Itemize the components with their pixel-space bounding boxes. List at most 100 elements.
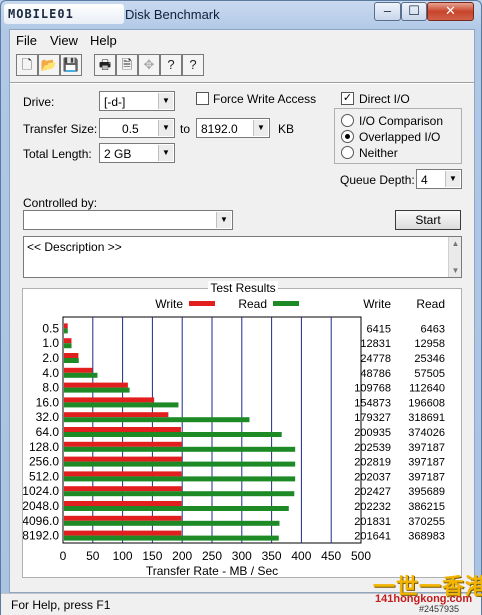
transfer-size-to-select[interactable]: 8192.0 ▼ — [196, 118, 270, 138]
save-icon[interactable]: 💾 — [60, 54, 82, 76]
chevron-down-icon: ▼ — [158, 93, 173, 109]
force-write-label: Force Write Access — [213, 92, 317, 106]
chevron-down-icon: ▼ — [445, 171, 460, 187]
value-header-read: Read — [416, 297, 445, 311]
write-bar — [64, 323, 68, 329]
read-value-label: 397187 — [408, 471, 445, 483]
read-value-label: 397187 — [408, 442, 445, 454]
chart-svg: Write Read Write Read 0 50 100 150 200 250 300 350 4… — [22, 297, 445, 578]
io-comparison-label: I/O Comparison — [359, 114, 444, 128]
queue-depth-label: Queue Depth: — [340, 173, 415, 187]
move-icon[interactable]: ✥ — [138, 54, 160, 76]
y-tick-label: 128.0 — [29, 440, 59, 454]
y-tick-label: 1.0 — [42, 336, 59, 350]
maximize-button[interactable]: ☐ — [401, 2, 427, 21]
write-value-label: 202539 — [354, 442, 391, 454]
y-tick-label: 8.0 — [42, 381, 59, 395]
print-preview-icon[interactable]: 🗎 — [116, 54, 138, 76]
write-value-label: 24778 — [360, 353, 391, 365]
write-bar — [64, 515, 182, 521]
y-tick-label: 32.0 — [36, 410, 60, 424]
transfer-from-value: 0.5 — [122, 122, 139, 136]
write-bar — [64, 397, 155, 403]
y-tick-label: 256.0 — [29, 455, 59, 469]
controlled-by-label: Controlled by: — [23, 196, 98, 210]
legend-read-label: Read — [238, 297, 267, 311]
read-value-label: 370255 — [408, 516, 445, 528]
neither-radio[interactable] — [341, 146, 354, 159]
drive-label: Drive: — [23, 95, 55, 109]
force-write-checkbox[interactable] — [196, 92, 209, 105]
help-icon[interactable]: ? — [160, 54, 182, 76]
read-bar — [64, 476, 296, 482]
title-bar[interactable]: MOBILE01 Disk Benchmark – ☐ ✕ — [1, 1, 481, 29]
read-value-label: 368983 — [408, 531, 445, 543]
scroll-up-icon[interactable]: ▲ — [449, 239, 462, 248]
x-tick-label: 250 — [202, 549, 222, 563]
chevron-down-icon: ▼ — [158, 145, 173, 161]
drive-select[interactable]: [-d-] ▼ — [99, 91, 175, 111]
new-file-icon[interactable]: 🗋 — [16, 54, 38, 76]
menu-help[interactable]: Help — [90, 33, 117, 48]
description-box[interactable]: << Description >> ▲ ▼ — [23, 236, 462, 278]
y-tick-label: 512.0 — [29, 469, 59, 483]
io-comparison-radio[interactable] — [341, 114, 354, 127]
read-value-label: 397187 — [408, 457, 445, 469]
io-mode-group: I/O Comparison Overlapped I/O Neither — [334, 108, 462, 164]
read-bar — [64, 372, 98, 378]
menu-file[interactable]: File — [16, 33, 37, 48]
queue-depth-select[interactable]: 4 ▼ — [416, 169, 462, 189]
write-bar — [64, 471, 182, 477]
read-value-label: 25346 — [414, 353, 445, 365]
write-value-label: 12831 — [360, 338, 391, 350]
menu-view[interactable]: View — [50, 33, 78, 48]
legend-read-swatch — [273, 301, 299, 306]
context-help-icon[interactable]: ? — [182, 54, 204, 76]
minimize-button[interactable]: – — [374, 2, 401, 21]
open-folder-icon[interactable]: 📂 — [38, 54, 60, 76]
read-value-label: 12958 — [414, 338, 445, 350]
menu-bar: File View Help — [10, 30, 474, 50]
read-bar — [64, 402, 179, 408]
write-bar — [64, 427, 181, 432]
overlapped-io-radio[interactable] — [341, 130, 354, 143]
write-value-label: 202037 — [354, 471, 391, 483]
scroll-down-icon[interactable]: ▼ — [449, 266, 462, 275]
read-value-label: 386215 — [408, 501, 445, 513]
read-bar — [64, 461, 296, 467]
description-scrollbar[interactable]: ▲ ▼ — [448, 237, 461, 277]
start-button[interactable]: Start — [395, 210, 461, 230]
close-button[interactable]: ✕ — [427, 2, 474, 21]
neither-label: Neither — [359, 146, 398, 160]
read-value-label: 6463 — [421, 323, 445, 335]
value-header-write: Write — [363, 297, 391, 311]
transfer-size-label: Transfer Size: — [23, 122, 98, 136]
total-length-select[interactable]: 2 GB ▼ — [99, 143, 175, 163]
y-tick-label: 2.0 — [42, 351, 59, 365]
print-icon[interactable]: 🖶 — [94, 54, 116, 76]
app-window: MOBILE01 Disk Benchmark – ☐ ✕ File View … — [0, 0, 482, 615]
x-tick-label: 350 — [262, 549, 282, 563]
legend-write-swatch — [189, 301, 215, 306]
chart-title-wrap: Test Results — [23, 281, 463, 295]
x-tick-label: 300 — [232, 549, 252, 563]
direct-io-checkbox[interactable]: ✓ — [341, 92, 354, 105]
y-tick-label: 1024.0 — [23, 484, 59, 498]
chevron-down-icon: ▼ — [253, 120, 268, 136]
total-length-label: Total Length: — [23, 147, 92, 161]
read-value-label: 112640 — [409, 383, 445, 395]
total-length-value: 2 GB — [104, 147, 132, 161]
x-tick-label: 450 — [321, 549, 341, 563]
read-bar — [64, 491, 295, 497]
write-bar — [64, 382, 128, 388]
read-bar — [64, 328, 68, 334]
write-bar — [64, 441, 182, 447]
y-tick-label: 64.0 — [36, 425, 60, 439]
transfer-size-from-select[interactable]: 0.5 ▼ — [99, 118, 175, 138]
x-tick-label: 200 — [172, 549, 192, 563]
window-title: Disk Benchmark — [125, 7, 220, 22]
read-bar — [64, 343, 72, 349]
controlled-by-select[interactable]: ▼ — [23, 210, 233, 230]
read-value-label: 196608 — [408, 397, 445, 409]
legend-write-label: Write — [155, 297, 183, 311]
